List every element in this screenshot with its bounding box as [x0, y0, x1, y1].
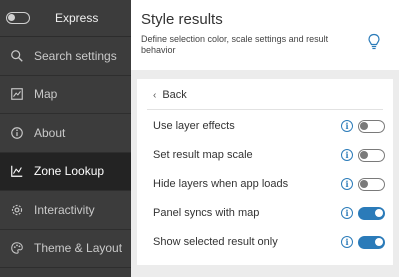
setting-label: Show selected result only — [153, 236, 278, 248]
sidebar: Express Search settings Map About Zone L… — [0, 0, 131, 277]
sidebar-item-about[interactable]: About — [0, 114, 131, 153]
toggle-switch[interactable] — [358, 177, 385, 191]
setting-label: Use layer effects — [153, 120, 235, 132]
sidebar-item-zone-lookup[interactable]: Zone Lookup — [0, 152, 131, 191]
setting-label: Hide layers when app loads — [153, 178, 289, 190]
toggle-switch[interactable] — [358, 235, 385, 249]
express-label: Express — [55, 11, 99, 25]
setting-row-hide-layers: Hide layers when app loads i — [153, 175, 385, 193]
setting-row-use-layer-effects: Use layer effects i — [153, 117, 385, 135]
sidebar-item-label: About — [34, 125, 66, 140]
settings-panel: ‹ Back Use layer effects i Set result ma… — [137, 79, 393, 265]
toggle-switch[interactable] — [358, 148, 385, 162]
info-icon[interactable]: i — [341, 207, 353, 219]
express-toggle-row[interactable]: Express — [0, 0, 131, 37]
info-icon[interactable]: i — [341, 120, 353, 132]
info-icon[interactable]: i — [341, 149, 353, 161]
setting-label: Panel syncs with map — [153, 207, 260, 219]
sidebar-item-label: Zone Lookup — [34, 164, 105, 179]
lightbulb-icon[interactable] — [367, 33, 381, 51]
info-icon[interactable]: i — [341, 236, 353, 248]
main-content: Style results Define selection color, sc… — [131, 0, 399, 277]
toggle-switch[interactable] — [358, 119, 385, 133]
chart-icon — [9, 163, 25, 179]
sidebar-item-label: Interactivity — [34, 202, 95, 217]
info-icon — [9, 125, 25, 141]
divider — [147, 109, 383, 110]
express-toggle[interactable] — [6, 12, 30, 24]
sidebar-item-theme-layout[interactable]: Theme & Layout — [0, 230, 131, 268]
chevron-left-icon: ‹ — [153, 89, 157, 101]
map-icon — [9, 86, 25, 102]
info-icon[interactable]: i — [341, 178, 353, 190]
setting-label: Set result map scale — [153, 149, 253, 161]
sidebar-item-label: Map — [34, 87, 58, 102]
toggle-switch[interactable] — [358, 206, 385, 220]
back-button[interactable]: ‹ Back — [153, 89, 187, 101]
setting-row-show-selected-only: Show selected result only i — [153, 233, 385, 251]
sidebar-item-map[interactable]: Map — [0, 76, 131, 114]
page-description: Define selection color, scale settings a… — [141, 34, 329, 55]
setting-row-panel-syncs: Panel syncs with map i — [153, 204, 385, 222]
sidebar-item-label: Search settings — [34, 48, 117, 63]
search-icon — [9, 48, 25, 64]
sidebar-item-search-settings[interactable]: Search settings — [0, 37, 131, 76]
back-label: Back — [162, 89, 187, 101]
page-title: Style results — [141, 11, 223, 28]
sidebar-item-interactivity[interactable]: Interactivity — [0, 191, 131, 230]
gear-icon — [9, 202, 25, 218]
header: Style results Define selection color, sc… — [131, 0, 399, 70]
setting-row-set-result-map-scale: Set result map scale i — [153, 146, 385, 164]
palette-icon — [9, 240, 25, 256]
sidebar-item-label: Theme & Layout — [34, 241, 123, 256]
